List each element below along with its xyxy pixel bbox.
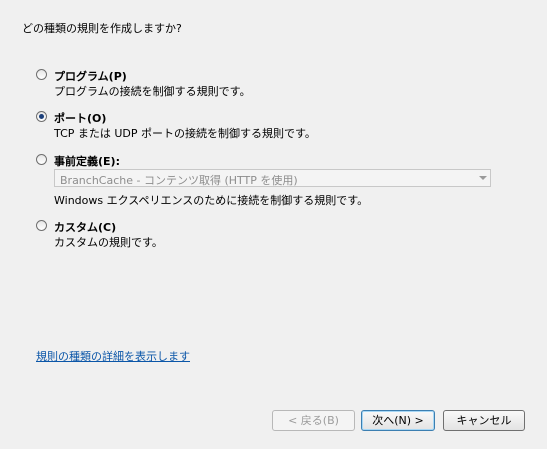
option-port-label[interactable]: ポート(O) bbox=[54, 110, 106, 126]
radio-selected-dot bbox=[39, 114, 44, 119]
option-custom-description: カスタムの規則です。 bbox=[54, 236, 163, 249]
cancel-button[interactable]: キャンセル bbox=[443, 410, 525, 431]
radio-program[interactable] bbox=[36, 69, 47, 80]
option-predefined-label[interactable]: 事前定義(E): bbox=[54, 153, 120, 169]
option-program-label[interactable]: プログラム(P) bbox=[54, 68, 127, 84]
predefined-rule-dropdown-value: BranchCache - コンテンツ取得 (HTTP を使用) bbox=[60, 174, 298, 187]
next-button[interactable]: 次へ(N) > bbox=[361, 410, 435, 431]
radio-port[interactable] bbox=[36, 111, 47, 122]
option-program-description: プログラムの接続を制御する規則です。 bbox=[54, 85, 251, 98]
predefined-rule-dropdown[interactable]: BranchCache - コンテンツ取得 (HTTP を使用) bbox=[54, 169, 491, 187]
rule-types-help-link[interactable]: 規則の種類の詳細を表示します bbox=[36, 348, 190, 364]
option-predefined-description: Windows エクスペリエンスのために接続を制御する規則です。 bbox=[54, 194, 369, 207]
option-port-description: TCP または UDP ポートの接続を制御する規則です。 bbox=[54, 127, 316, 140]
question-label: どの種類の規則を作成しますか? bbox=[22, 22, 182, 35]
option-custom-label[interactable]: カスタム(C) bbox=[54, 219, 116, 235]
radio-predefined[interactable] bbox=[36, 154, 47, 165]
chevron-down-icon bbox=[479, 176, 487, 180]
back-button[interactable]: < 戻る(B) bbox=[272, 410, 355, 431]
radio-custom[interactable] bbox=[36, 220, 47, 231]
